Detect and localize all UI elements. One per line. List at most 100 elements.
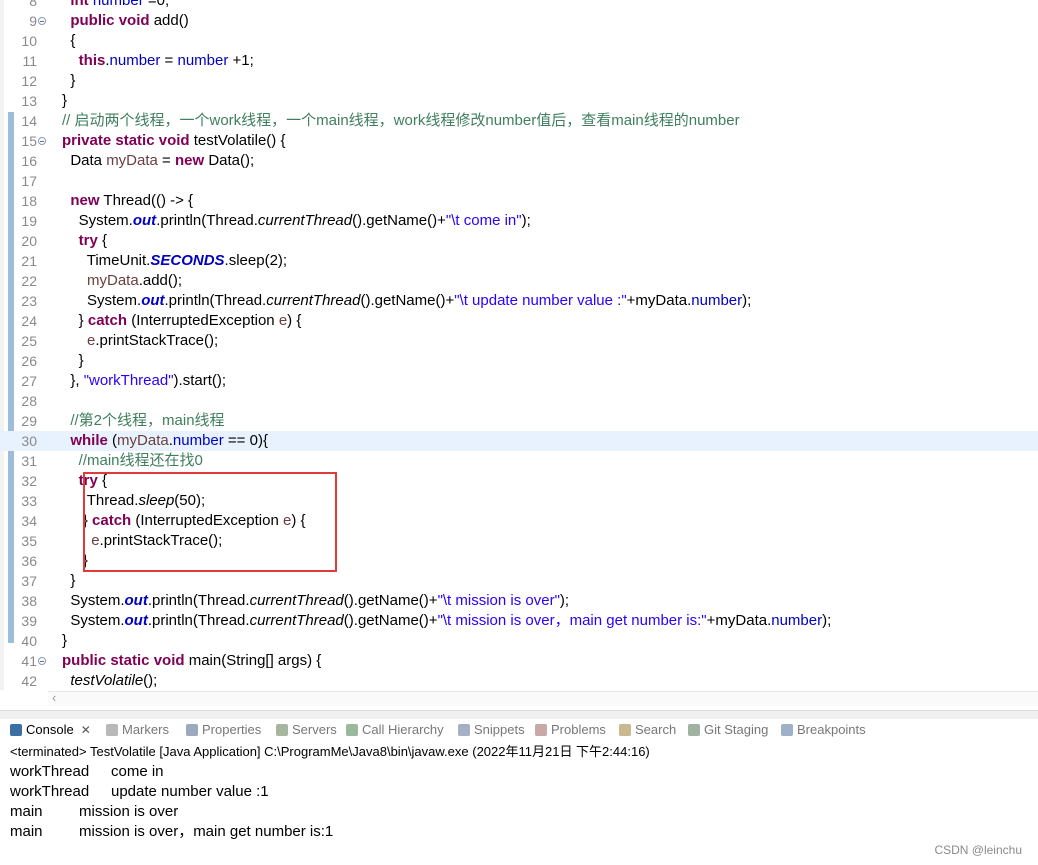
code-editor[interactable]: 8 int number =0; 9 public void add() 10 {1… [0, 0, 1038, 690]
snippets-icon [458, 724, 470, 736]
code-line[interactable]: 9 public void add() [0, 11, 1038, 31]
code-line[interactable]: 19 System.out.println(Thread.currentThre… [0, 211, 1038, 231]
code-line[interactable]: 12 } [0, 71, 1038, 91]
code-line[interactable]: 25 e.printStackTrace(); [0, 331, 1038, 351]
code-text: //main线程还在找0 [62, 451, 203, 471]
line-number: 16 [21, 153, 37, 169]
console-output-line: main mission is over [10, 802, 610, 822]
code-token: void [153, 652, 185, 669]
code-token: +myData. [626, 292, 692, 309]
code-text: System.out.println(Thread.currentThread(… [62, 211, 531, 231]
code-token: e [278, 312, 288, 329]
code-text: } [62, 91, 67, 111]
code-line[interactable]: 13} [0, 91, 1038, 111]
tab-label: Servers [292, 722, 337, 737]
line-number: 36 [21, 553, 37, 569]
code-line[interactable]: 20 try { [0, 231, 1038, 251]
code-line[interactable]: 37 } [0, 571, 1038, 591]
code-token: "workThread" [83, 372, 174, 389]
code-line[interactable]: 26 } [0, 351, 1038, 371]
scroll-left-icon[interactable]: ‹ [52, 690, 56, 705]
code-line[interactable]: 11 this.number = number +1; [0, 51, 1038, 71]
line-number: 34 [21, 513, 37, 529]
code-token: static [110, 652, 150, 669]
console-output[interactable]: workThread come in workThread update number… [10, 762, 610, 842]
close-icon[interactable]: ✕ [81, 721, 91, 739]
problems-icon [535, 724, 547, 736]
code-line[interactable]: 28 [0, 391, 1038, 411]
code-token: .println(Thread. [164, 292, 267, 309]
code-token: number [177, 52, 229, 69]
code-line[interactable]: 22 myData.add(); [0, 271, 1038, 291]
code-token: testVolatile [70, 672, 144, 689]
tab-properties[interactable]: Properties [186, 721, 261, 739]
code-token: public [62, 652, 107, 669]
tab-problems[interactable]: Problems [535, 721, 606, 739]
code-token: .println(Thread. [156, 212, 258, 229]
code-line[interactable]: 17 [0, 171, 1038, 191]
line-number: 18 [21, 193, 37, 209]
line-number: 33 [21, 493, 37, 509]
tab-snippets[interactable]: Snippets [458, 721, 525, 739]
code-line[interactable]: 10 { [0, 31, 1038, 51]
code-token: ( [107, 432, 118, 449]
tab-call-hierarchy[interactable]: Call Hierarchy [346, 721, 444, 739]
code-line[interactable]: 23 System.out.println(Thread.currentThre… [0, 291, 1038, 311]
code-line[interactable]: 15 private static void testVolatile() { [0, 131, 1038, 151]
code-line[interactable]: 14 // 启动两个线程，一个work线程，一个main线程，work线程修改nu… [0, 111, 1038, 131]
code-token: } [62, 92, 68, 109]
code-text: } [62, 71, 75, 91]
code-token: Data [62, 152, 107, 169]
code-line[interactable]: 30 while (myData.number == 0){ [0, 431, 1038, 451]
code-line[interactable]: 16 Data myData = new Data(); [0, 151, 1038, 171]
line-number: 41 [21, 653, 37, 669]
line-number: 42 [21, 673, 37, 689]
fold-toggle-icon[interactable] [38, 17, 46, 25]
code-line[interactable]: 38 System.out.println(Thread.currentThre… [0, 591, 1038, 611]
tab-label: Breakpoints [797, 722, 866, 737]
code-token: currentThread [266, 292, 361, 309]
code-line[interactable]: 27 }, "workThread").start(); [0, 371, 1038, 391]
editor-horizontal-scrollbar[interactable]: ‹ [48, 690, 1038, 706]
fold-toggle-icon[interactable] [38, 137, 46, 145]
line-number: 9 [29, 13, 37, 29]
thread-name: workThread [10, 783, 90, 800]
line-number: 25 [21, 333, 37, 349]
tab-servers[interactable]: Servers [276, 721, 337, 739]
code-line[interactable]: 24 } catch (InterruptedException e) { [0, 311, 1038, 331]
code-line[interactable]: 21 TimeUnit.SECONDS.sleep(2); [0, 251, 1038, 271]
line-number: 31 [21, 453, 37, 469]
code-line[interactable]: 31 //main线程还在找0 [0, 451, 1038, 471]
code-line[interactable]: 18 new Thread(() -> { [0, 191, 1038, 211]
code-line[interactable]: 8 int number =0; [0, 0, 1038, 11]
tab-git-staging[interactable]: Git Staging [688, 721, 768, 739]
line-number: 21 [21, 253, 37, 269]
code-token: //main线程还在找0 [78, 452, 203, 469]
code-token: } [62, 352, 84, 369]
code-token: static [115, 132, 155, 149]
tab-breakpoints[interactable]: Breakpoints [781, 721, 866, 739]
line-number: 24 [21, 313, 37, 329]
tab-search[interactable]: Search [619, 721, 676, 739]
code-token: ); [559, 592, 570, 609]
tab-console[interactable]: Console ✕ [10, 721, 91, 739]
code-token: ().getName()+ [343, 612, 438, 629]
fold-toggle-icon[interactable] [38, 657, 46, 665]
code-line[interactable]: 39 System.out.println(Thread.currentThre… [0, 611, 1038, 631]
tab-markers[interactable]: Markers [106, 721, 169, 739]
code-text: System.out.println(Thread.currentThread(… [62, 291, 751, 311]
code-line[interactable]: 42 testVolatile(); [0, 671, 1038, 690]
view-divider[interactable] [0, 710, 1038, 719]
line-number: 29 [21, 413, 37, 429]
code-token: new [174, 152, 205, 169]
code-token: number [92, 0, 144, 9]
line-number: 35 [21, 533, 37, 549]
code-token: } [62, 72, 76, 89]
code-text: } catch (InterruptedException e) { [62, 311, 302, 331]
code-line[interactable]: 40} [0, 631, 1038, 651]
code-line[interactable]: 41 public static void main(String[] args)… [0, 651, 1038, 671]
code-token: public [70, 12, 115, 29]
code-line[interactable]: 29 //第2个线程，main线程 [0, 411, 1038, 431]
line-number: 27 [21, 373, 37, 389]
code-token: void [158, 132, 190, 149]
